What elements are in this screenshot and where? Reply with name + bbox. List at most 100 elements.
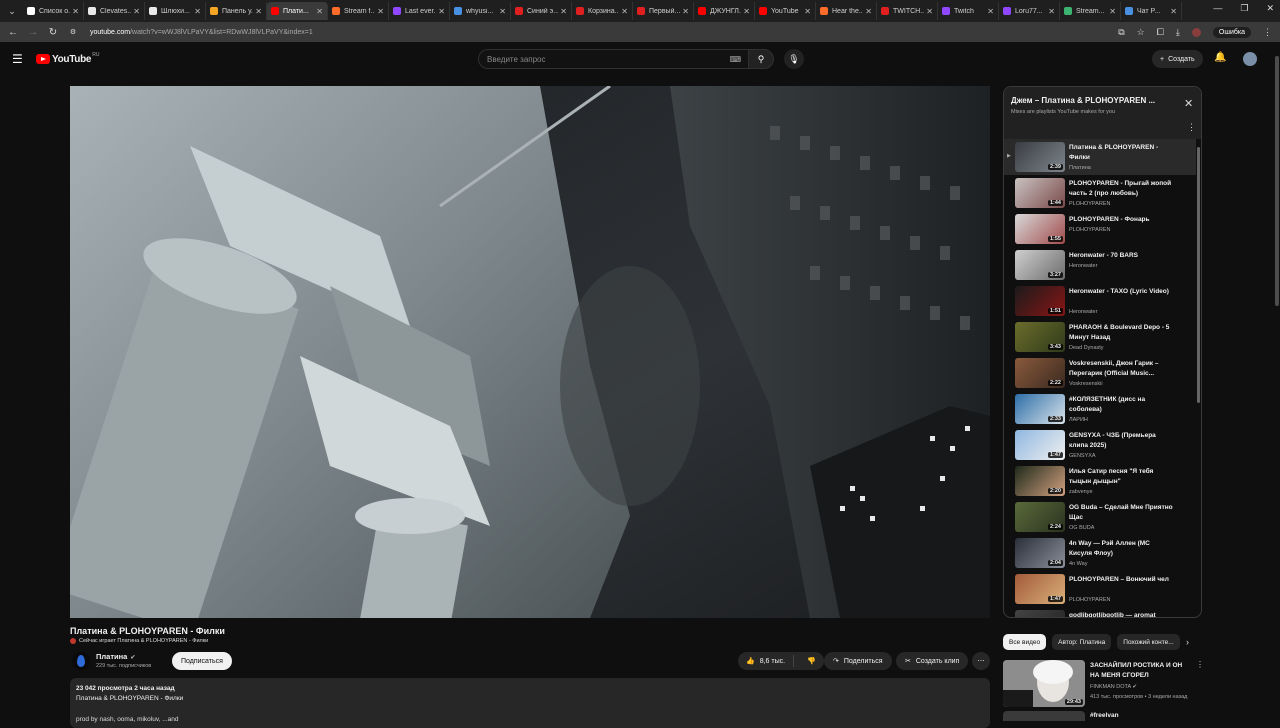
- browser-tab[interactable]: Синий э... ✕: [511, 2, 572, 20]
- page-scrollbar[interactable]: [1274, 42, 1280, 720]
- playlist-item[interactable]: 3:27 Heronwater - 70 BARS Heronwater: [1004, 247, 1196, 283]
- browser-tab[interactable]: Список о...✕: [23, 2, 84, 20]
- playlist-item-title[interactable]: godlibgotlibgotlib — aromat: [1069, 611, 1173, 617]
- playlist-thumbnail[interactable]: 2:39: [1015, 142, 1065, 172]
- browser-tab[interactable]: Чат P... ✕: [1121, 2, 1182, 20]
- more-icon[interactable]: ⋮: [1196, 660, 1204, 669]
- install-icon[interactable]: ⧉: [1118, 27, 1124, 38]
- keyboard-icon[interactable]: ⌨: [729, 55, 741, 64]
- playlist-item[interactable]: 1:55 PLOHOYPAREN - Фонарь PLOHOYPAREN: [1004, 211, 1196, 247]
- playlist-item[interactable]: 2:24 OG Buda – Сделай Мне Приятно Щас OG B…: [1004, 499, 1196, 535]
- playlist-thumbnail[interactable]: 2:04: [1015, 538, 1065, 568]
- playlist-item[interactable]: 2:20 Илья Сатир песня "Я тебя тыцын дыщын…: [1004, 463, 1196, 499]
- browser-tab[interactable]: whyusi... ✕: [450, 2, 511, 20]
- playlist-item[interactable]: 1:51 Heronwater - TAXO (Lyric Video) Heron…: [1004, 283, 1196, 319]
- playlist-item[interactable]: 1:44 PLOHOYPAREN - Прыгай жопой часть 2 (…: [1004, 175, 1196, 211]
- playlist-thumbnail[interactable]: 2:20: [1015, 466, 1065, 496]
- channel-avatar[interactable]: [72, 652, 90, 670]
- filter-chip[interactable]: Автор: Платина: [1052, 634, 1112, 650]
- close-window-icon[interactable]: ✕: [1266, 3, 1274, 14]
- playlist-item[interactable]: 2:04 4n Way — Рэй Аллен (МС Кисуля Флоу) 4…: [1004, 535, 1196, 571]
- playlist-scrollbar[interactable]: [1196, 139, 1201, 617]
- browser-tab[interactable]: Twitch ✕: [938, 2, 999, 20]
- minimize-icon[interactable]: —: [1213, 3, 1222, 14]
- browser-tab[interactable]: Hear the... ✕: [816, 2, 877, 20]
- filter-chip[interactable]: Все видео: [1003, 634, 1047, 650]
- playlist-item-title[interactable]: Voskresenskii, Джон Гарик – Перегарик (O…: [1069, 359, 1173, 379]
- recommended-thumbnail[interactable]: 29:43: [1003, 660, 1085, 707]
- tab-close-icon[interactable]: ✕: [377, 7, 384, 16]
- playlist-thumbnail[interactable]: 1:47: [1015, 430, 1065, 460]
- tab-close-icon[interactable]: ✕: [133, 7, 140, 16]
- more-actions-button[interactable]: ⋯: [972, 652, 990, 670]
- share-button[interactable]: ↷ Поделиться: [824, 652, 892, 670]
- channel-name[interactable]: Платина ✔: [96, 652, 135, 661]
- url-field[interactable]: youtube.com/watch?v=wWJ8lVLPaVY&list=RDw…: [90, 29, 1118, 36]
- playlist-item[interactable]: ▶ 2:39 Платина & PLOHOYPAREN - Филки Платин…: [1004, 139, 1196, 175]
- playlist-thumbnail[interactable]: 2:33: [1015, 394, 1065, 424]
- playlist-menu-icon[interactable]: ⋮: [1187, 122, 1196, 133]
- tab-close-icon[interactable]: ✕: [804, 7, 811, 16]
- create-button[interactable]: + Создать: [1152, 50, 1203, 68]
- tab-close-icon[interactable]: ✕: [621, 7, 628, 16]
- browser-tab[interactable]: Панель у... ✕: [206, 2, 267, 20]
- browser-menu-icon[interactable]: ⋮: [1263, 27, 1272, 38]
- browser-tab[interactable]: YouTube ✕: [755, 2, 816, 20]
- close-icon[interactable]: ✕: [1184, 97, 1193, 110]
- browser-tab[interactable]: Stream... ✕: [1060, 2, 1121, 20]
- playlist-thumbnail[interactable]: 3:27: [1015, 250, 1065, 280]
- browser-tab[interactable]: Корзина... ✕: [572, 2, 633, 20]
- dislike-button[interactable]: 👎: [799, 657, 824, 665]
- reload-icon[interactable]: ↻: [46, 27, 60, 38]
- video-player[interactable]: [70, 86, 990, 618]
- browser-tab[interactable]: Clevates... ✕: [84, 2, 145, 20]
- tab-close-icon[interactable]: ✕: [743, 7, 750, 16]
- voice-search-button[interactable]: 🎙: [784, 49, 804, 69]
- playlist-thumbnail[interactable]: 2:24: [1015, 502, 1065, 532]
- playlist-item-title[interactable]: 4n Way — Рэй Аллен (МС Кисуля Флоу): [1069, 539, 1173, 559]
- tab-close-icon[interactable]: ✕: [1109, 7, 1116, 16]
- search-input[interactable]: Введите запрос ⌨: [478, 49, 750, 69]
- notifications-bell-icon[interactable]: 🔔: [1214, 52, 1226, 63]
- tab-close-icon[interactable]: ✕: [926, 7, 933, 16]
- tab-close-icon[interactable]: ✕: [1048, 7, 1055, 16]
- tab-close-icon[interactable]: ✕: [72, 7, 79, 16]
- tab-close-icon[interactable]: ✕: [499, 7, 506, 16]
- playlist-item[interactable]: 3:43 PHARAOH & Boulevard Depo - 5 Минут Н…: [1004, 319, 1196, 355]
- profile-icon[interactable]: [1191, 27, 1201, 37]
- tab-close-icon[interactable]: ✕: [194, 7, 201, 16]
- playlist-item-title[interactable]: PLOHOYPAREN - Прыгай жопой часть 2 (про …: [1069, 179, 1173, 199]
- recommended-channel[interactable]: FINKMAN DOTA ✔: [1090, 684, 1137, 690]
- recommended-title[interactable]: #freelvan: [1090, 712, 1119, 719]
- playlist-item[interactable]: 1:47 GENSYXA - ЧЗБ (Премьера клипа 2025) G…: [1004, 427, 1196, 463]
- browser-tab[interactable]: Шлюхи... ✕: [145, 2, 206, 20]
- playlist-thumbnail[interactable]: 1:47: [1015, 574, 1065, 604]
- playlist-item-title[interactable]: GENSYXA - ЧЗБ (Премьера клипа 2025): [1069, 431, 1173, 451]
- playlist-thumbnail[interactable]: 2:22: [1015, 358, 1065, 388]
- clip-button[interactable]: ✂ Создать клип: [896, 652, 969, 670]
- description-box[interactable]: 23 042 просмотра 2 часа назад Платина & …: [70, 678, 990, 728]
- browser-tab[interactable]: Loru77... ✕: [999, 2, 1060, 20]
- playlist-item-title[interactable]: #КОЛЯЗЕТНИК (дисс на соболева): [1069, 395, 1173, 415]
- playlist-item-title[interactable]: PLOHOYPAREN - Фонарь: [1069, 215, 1173, 225]
- browser-tab[interactable]: Плати... ✕: [267, 2, 328, 20]
- playlist-item-title[interactable]: OG Buda – Сделай Мне Приятно Щас: [1069, 503, 1173, 523]
- site-info-icon[interactable]: ⚙: [66, 28, 80, 36]
- youtube-logo[interactable]: YouTube RU: [36, 52, 99, 65]
- tab-close-icon[interactable]: ✕: [255, 7, 262, 16]
- tab-close-icon[interactable]: ✕: [316, 7, 323, 16]
- playlist-thumbnail[interactable]: 1:55: [1015, 214, 1065, 244]
- playlist-item-title[interactable]: Платина & PLOHOYPAREN - Филки: [1069, 143, 1173, 163]
- error-button[interactable]: Ошибка: [1212, 26, 1251, 38]
- tab-close-icon[interactable]: ✕: [865, 7, 872, 16]
- playlist-item[interactable]: 2:33 #КОЛЯЗЕТНИК (дисс на соболева) ЛАРИН: [1004, 391, 1196, 427]
- browser-tab[interactable]: Stream f... ✕: [328, 2, 389, 20]
- forward-icon[interactable]: →: [26, 27, 40, 38]
- recommended-title[interactable]: ЗАСНАЙПИЛ РОСТИКА И ОН НА МЕНЯ СГОРЕЛ: [1090, 661, 1190, 681]
- tab-close-icon[interactable]: ✕: [438, 7, 445, 16]
- playlist-title[interactable]: Джем – Платина & PLOHOYPAREN ...: [1011, 96, 1181, 105]
- menu-icon[interactable]: ☰: [12, 52, 24, 66]
- account-avatar[interactable]: [1243, 52, 1257, 66]
- browser-tab[interactable]: ДЖУНГЛ... ✕: [694, 2, 755, 20]
- playlist-item-title[interactable]: Heronwater - 70 BARS: [1069, 251, 1173, 261]
